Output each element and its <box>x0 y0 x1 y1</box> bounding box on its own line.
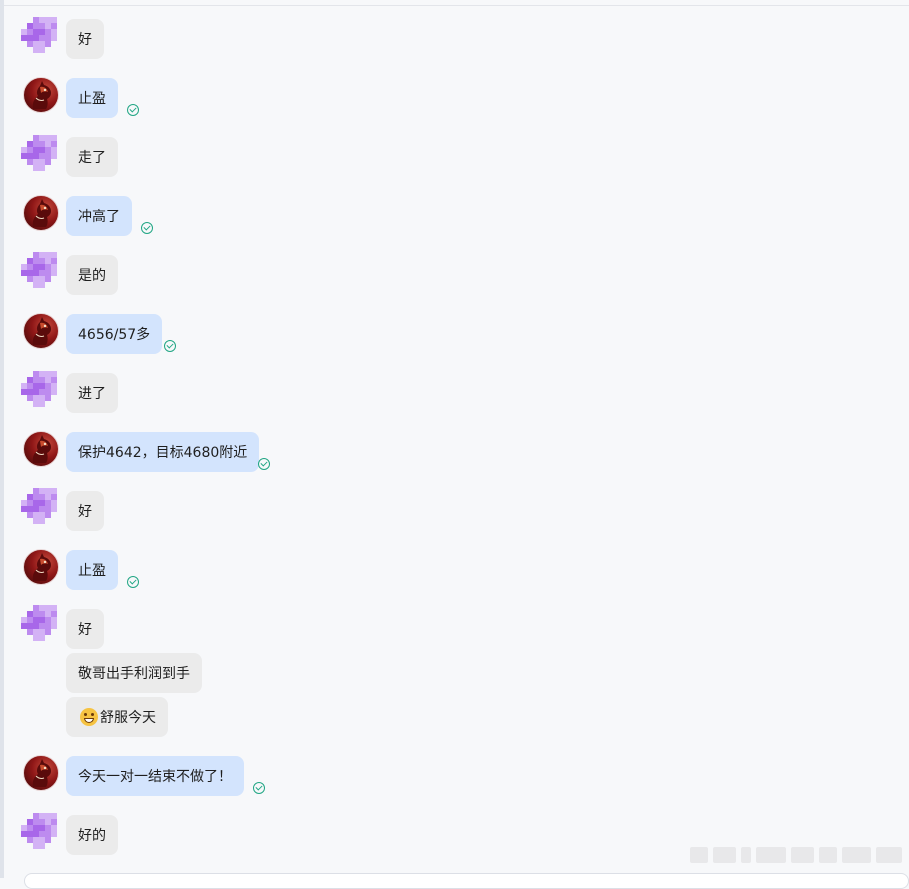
message-text: 今天一对一结束不做了！ <box>78 769 232 785</box>
contact-avatar[interactable] <box>21 371 57 407</box>
contact-avatar[interactable] <box>21 252 57 288</box>
message-text: 舒服今天 <box>100 710 156 726</box>
message-text: 进了 <box>78 386 106 402</box>
message-bubble[interactable]: 走了 <box>66 137 118 177</box>
message-bubble[interactable]: 好的 <box>66 815 118 855</box>
message-bubble[interactable]: 4656/57多 <box>66 314 163 354</box>
read-check-icon <box>253 782 265 794</box>
message-text: 好 <box>78 504 92 520</box>
message-bubble[interactable]: 止盈 <box>66 78 118 118</box>
self-avatar[interactable] <box>23 549 59 585</box>
message-text: 好的 <box>78 828 106 844</box>
read-check-icon <box>127 104 139 116</box>
message-bubble[interactable]: 冲高了 <box>66 196 132 236</box>
message-bubble[interactable]: 好 <box>66 491 104 531</box>
message-text: 冲高了 <box>78 209 120 225</box>
read-check-icon <box>141 222 153 234</box>
message-text: 好 <box>78 32 92 48</box>
left-edge <box>0 0 4 878</box>
read-check-icon <box>164 340 176 352</box>
message-text: 好 <box>78 622 92 638</box>
message-bubble[interactable]: 舒服今天 <box>66 697 168 737</box>
message-bubble[interactable]: 好 <box>66 19 104 59</box>
contact-avatar[interactable] <box>21 135 57 171</box>
self-avatar[interactable] <box>23 195 59 231</box>
message-bubble[interactable]: 保护4642，目标4680附近 <box>66 432 260 472</box>
message-bubble[interactable]: 进了 <box>66 373 118 413</box>
message-input[interactable] <box>24 873 909 889</box>
top-divider <box>4 5 909 6</box>
contact-avatar[interactable] <box>21 813 57 849</box>
contact-avatar[interactable] <box>21 17 57 53</box>
message-bubble[interactable]: 今天一对一结束不做了！ <box>66 756 244 796</box>
message-bubble[interactable]: 敬哥出手利润到手 <box>66 653 202 693</box>
message-bubble[interactable]: 好 <box>66 609 104 649</box>
contact-avatar[interactable] <box>21 488 57 524</box>
message-text: 是的 <box>78 268 106 284</box>
blurred-watermark <box>690 842 902 868</box>
read-check-icon <box>258 458 270 470</box>
message-text: 走了 <box>78 150 106 166</box>
message-text: 止盈 <box>78 563 106 579</box>
self-avatar[interactable] <box>23 431 59 467</box>
message-text: 敬哥出手利润到手 <box>78 666 190 682</box>
contact-avatar[interactable] <box>21 605 57 641</box>
message-text: 保护4642，目标4680附近 <box>78 445 248 461</box>
self-avatar[interactable] <box>23 755 59 791</box>
message-text: 止盈 <box>78 91 106 107</box>
self-avatar[interactable] <box>23 313 59 349</box>
message-bubble[interactable]: 止盈 <box>66 550 118 590</box>
message-text: 4656/57多 <box>78 327 151 343</box>
read-check-icon <box>127 576 139 588</box>
self-avatar[interactable] <box>23 77 59 113</box>
message-bubble[interactable]: 是的 <box>66 255 118 295</box>
grinning-face-icon <box>80 708 98 726</box>
